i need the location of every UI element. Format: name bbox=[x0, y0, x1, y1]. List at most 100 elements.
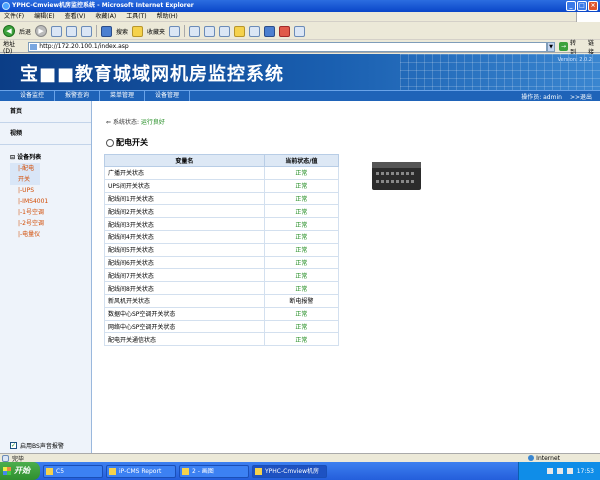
close-button[interactable]: × bbox=[588, 1, 598, 11]
tree-item-aircon-2[interactable]: |-2号空调 bbox=[10, 218, 91, 229]
address-dropdown-icon[interactable]: ▼ bbox=[547, 41, 556, 52]
page-icon bbox=[30, 43, 38, 50]
print-icon[interactable] bbox=[204, 25, 216, 37]
taskbar-item-report[interactable]: iP-CMS Report bbox=[106, 464, 176, 478]
app-banner: 宝■■教育城域网机房监控系统 Version: 2.0.2 bbox=[0, 54, 600, 90]
tree-item-ims4001[interactable]: |-IMS4001 bbox=[10, 196, 91, 207]
variables-table: 变量名 当前状态/值 广播开关状态 正常 UPS间开关状态 正常 配线间1开关状态正… bbox=[104, 154, 340, 347]
start-button[interactable]: 开始 bbox=[0, 462, 40, 480]
table-row: 配电开关通信状态 正常 bbox=[104, 332, 340, 347]
taskbar-item-label: C5 bbox=[56, 467, 65, 475]
table-row: 配线间1开关状态 正常 bbox=[104, 191, 340, 206]
internet-zone-icon bbox=[528, 455, 535, 461]
antivirus-icon[interactable] bbox=[566, 468, 573, 474]
nav-menu-manage[interactable]: 菜单管理 bbox=[100, 90, 146, 102]
status-label: 系统状态: bbox=[112, 119, 139, 126]
variable-name: 配线间7开关状态 bbox=[104, 268, 265, 283]
start-label: 开始 bbox=[14, 466, 30, 475]
table-row: 数据中心SP空调开关状态 正常 bbox=[104, 306, 340, 321]
tree-item-power-meter[interactable]: |-电量仪 bbox=[10, 229, 91, 240]
menu-tools[interactable]: 工具(T) bbox=[126, 12, 146, 21]
sidebar-item-home[interactable]: 首页 bbox=[0, 101, 91, 123]
switch-icon bbox=[106, 138, 114, 147]
report-icon bbox=[109, 467, 116, 475]
column-header-status: 当前状态/值 bbox=[263, 154, 340, 167]
app-navbar: 设备监控 报警查询 菜单管理 设备管理 操作员: admin >>退出 bbox=[0, 90, 600, 102]
window-title: YPHC-Cmview机房监控系统 - Microsoft Internet E… bbox=[12, 2, 194, 9]
address-value: http://172.20.100.1/index.asp bbox=[39, 42, 129, 50]
variable-name: 配电开关通信状态 bbox=[104, 332, 265, 347]
stop-icon[interactable] bbox=[51, 25, 63, 37]
nav-device-monitor[interactable]: 设备监控 bbox=[0, 90, 56, 102]
home-icon[interactable] bbox=[81, 25, 93, 37]
window-titlebar[interactable]: YPHC-Cmview机房监控系统 - Microsoft Internet E… bbox=[0, 0, 600, 12]
go-button[interactable]: → 转到 bbox=[559, 38, 582, 56]
variable-status: 正常 bbox=[263, 319, 340, 334]
search-icon[interactable] bbox=[101, 25, 113, 37]
operator-label: 操作员: admin bbox=[521, 93, 562, 101]
sound-alarm-option[interactable]: ✓ 启用BS声音报警 bbox=[10, 441, 64, 450]
tree-item-aircon-1[interactable]: |-1号空调 bbox=[10, 207, 91, 218]
forward-icon[interactable]: ▶ bbox=[35, 25, 48, 37]
address-input[interactable]: http://172.20.100.1/index.asp bbox=[28, 41, 548, 52]
app-title: 宝■■教育城域网机房监控系统 bbox=[20, 64, 285, 85]
back-button-label[interactable]: 后退 bbox=[19, 27, 31, 36]
toolbar-divider bbox=[96, 25, 98, 37]
q-icon[interactable] bbox=[264, 25, 276, 37]
logout-link[interactable]: >>退出 bbox=[570, 92, 592, 101]
browser-statusbar: 完毕 Internet bbox=[0, 453, 600, 463]
variable-name: 新风机开关状态 bbox=[104, 293, 265, 308]
favorites-button-label[interactable]: 收藏夹 bbox=[147, 27, 165, 36]
variable-status: 正常 bbox=[263, 242, 340, 257]
taskbar-item-ie[interactable]: YPHC-Cmview机房 bbox=[252, 464, 327, 478]
edit-icon[interactable] bbox=[219, 25, 231, 37]
table-row: 配线间7开关状态 正常 bbox=[104, 268, 340, 283]
web-page: 宝■■教育城域网机房监控系统 Version: 2.0.2 设备监控 报警查询 … bbox=[0, 54, 600, 462]
variable-name: 配线间8开关状态 bbox=[104, 281, 265, 295]
variable-status: 正常 bbox=[263, 204, 340, 219]
minimize-button[interactable]: _ bbox=[566, 1, 576, 11]
menu-favorites[interactable]: 收藏(A) bbox=[95, 12, 116, 21]
table-row: 配线间4开关状态 正常 bbox=[104, 229, 340, 244]
maximize-button[interactable]: □ bbox=[577, 1, 587, 11]
folder-icon bbox=[46, 467, 53, 475]
variable-name: 数据中心SP空调开关状态 bbox=[104, 306, 265, 321]
refresh-icon[interactable] bbox=[66, 25, 78, 37]
tree-item-power-switch[interactable]: |-配电开关 bbox=[10, 163, 40, 185]
menu-edit[interactable]: 编辑(E) bbox=[34, 12, 54, 21]
system-status: ⇐ 系统状态: 运行良好 bbox=[106, 117, 165, 126]
device-tree-root-label: 设备列表 bbox=[17, 154, 42, 161]
status-arrow-icon: ⇐ bbox=[106, 119, 113, 126]
device-tree-root[interactable]: ⊟ 设备列表 bbox=[10, 153, 91, 163]
taskbar-item-paint[interactable]: 2 - 画图 bbox=[179, 464, 249, 478]
variable-status: 正常 bbox=[263, 178, 340, 193]
menu-file[interactable]: 文件(F) bbox=[4, 12, 24, 21]
variable-status: 正常 bbox=[263, 166, 340, 180]
menu-help[interactable]: 帮助(H) bbox=[157, 12, 178, 21]
table-row: 网络中心SP空调开关状态 正常 bbox=[104, 319, 340, 334]
table-header-row: 变量名 当前状态/值 bbox=[104, 154, 340, 167]
taskbar-item-label: YPHC-Cmview机房 bbox=[265, 467, 320, 475]
back-icon[interactable]: ◀ bbox=[3, 25, 15, 37]
nav-alarm-query[interactable]: 报警查询 bbox=[55, 90, 101, 102]
history-icon[interactable] bbox=[169, 25, 181, 37]
tree-item-ups[interactable]: |-UPS bbox=[10, 185, 91, 196]
search-button-label[interactable]: 搜索 bbox=[116, 27, 128, 36]
favorites-icon[interactable] bbox=[132, 25, 144, 37]
mail-icon[interactable] bbox=[189, 25, 201, 37]
menu-view[interactable]: 查看(V) bbox=[65, 12, 86, 21]
sound-alarm-checkbox[interactable]: ✓ bbox=[10, 442, 17, 449]
volume-icon[interactable] bbox=[556, 468, 563, 474]
research-icon[interactable] bbox=[294, 25, 306, 37]
messenger-icon[interactable] bbox=[249, 25, 261, 37]
sidebar-item-video[interactable]: 视频 bbox=[0, 123, 91, 145]
folder-icon[interactable] bbox=[234, 25, 246, 37]
media-icon[interactable] bbox=[279, 25, 291, 37]
nav-device-manage[interactable]: 设备管理 bbox=[145, 90, 191, 102]
clock[interactable]: 17:53 bbox=[577, 468, 594, 475]
taskbar-item-c5[interactable]: C5 bbox=[43, 464, 103, 478]
network-icon[interactable] bbox=[546, 468, 553, 474]
links-label[interactable]: 链接 bbox=[588, 38, 600, 56]
variable-name: 配线间1开关状态 bbox=[104, 191, 265, 206]
nav-user-area: 操作员: admin >>退出 bbox=[521, 92, 600, 101]
